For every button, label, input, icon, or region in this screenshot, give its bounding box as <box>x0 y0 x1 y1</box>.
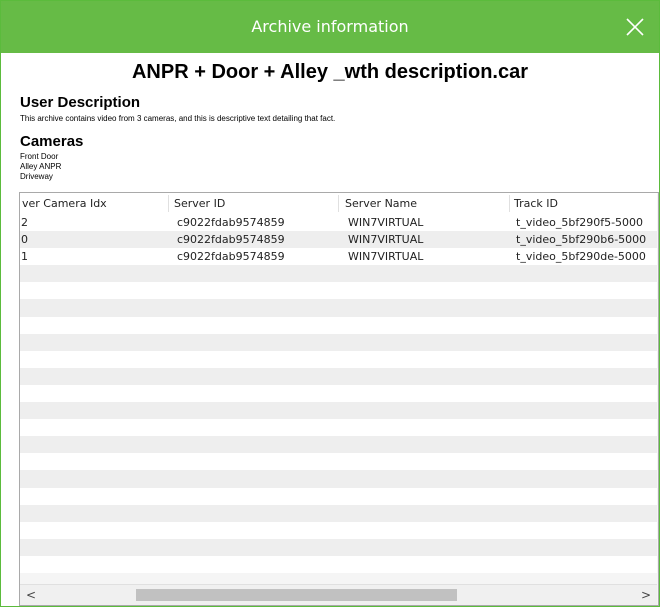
empty-row <box>20 350 657 368</box>
column-divider[interactable] <box>509 195 510 212</box>
archive-information-window: Archive information ANPR + Door + Alley … <box>0 0 660 607</box>
cell-server-id: c9022fdab9574859 <box>177 233 285 247</box>
close-icon <box>626 18 644 36</box>
cell-server-id: c9022fdab9574859 <box>177 216 285 229</box>
empty-row <box>20 402 657 420</box>
cell-track-id: t_video_5bf290de-5000 <box>516 250 646 264</box>
empty-row <box>20 419 657 437</box>
empty-row <box>20 504 657 522</box>
table-header: ver Camera Idx Server ID Server Name Tra… <box>20 193 657 215</box>
cell-server-id: c9022fdab9574859 <box>177 250 285 264</box>
user-description-heading: User Description <box>20 94 141 111</box>
table-row[interactable]: 0 c9022fdab9574859 WIN7VIRTUAL t_video_5… <box>20 231 657 249</box>
scroll-right-button[interactable]: > <box>637 585 655 605</box>
column-header-server-id[interactable]: Server ID <box>172 193 225 214</box>
table-row[interactable]: 1 c9022fdab9574859 WIN7VIRTUAL t_video_5… <box>20 248 657 266</box>
cell-track-id: t_video_5bf290b6-5000 <box>516 233 647 247</box>
empty-row <box>20 555 657 573</box>
empty-row <box>20 487 657 505</box>
empty-row <box>20 316 657 334</box>
cameras-table[interactable]: ver Camera Idx Server ID Server Name Tra… <box>19 192 659 606</box>
archive-name: ANPR + Door + Alley _wth description.car <box>131 61 529 83</box>
table-body: 2 c9022fdab9574859 WIN7VIRTUAL t_video_5… <box>20 214 657 584</box>
column-divider[interactable] <box>168 195 169 212</box>
cameras-heading: Cameras <box>20 133 84 150</box>
table-row[interactable]: 2 c9022fdab9574859 WIN7VIRTUAL t_video_5… <box>20 214 657 232</box>
user-description-text: This archive contains video from 3 camer… <box>20 114 336 123</box>
cell-camera-idx: 2 <box>21 216 28 229</box>
scroll-thumb[interactable] <box>136 589 457 601</box>
column-divider[interactable] <box>338 195 339 212</box>
cell-server-name: WIN7VIRTUAL <box>348 233 424 247</box>
column-header-track-id[interactable]: Track ID <box>512 193 558 214</box>
empty-row <box>20 265 657 283</box>
empty-row <box>20 470 657 488</box>
column-header-server-name[interactable]: Server Name <box>343 193 417 214</box>
empty-row <box>20 333 657 351</box>
scroll-left-button[interactable]: < <box>22 585 40 605</box>
empty-row <box>20 367 657 385</box>
cell-camera-idx: 0 <box>21 233 28 247</box>
camera-item: Front Door <box>20 152 59 161</box>
column-header-camera-idx[interactable]: ver Camera Idx <box>20 193 107 214</box>
empty-row <box>20 384 657 403</box>
empty-row <box>20 436 657 454</box>
cell-camera-idx: 1 <box>21 250 28 264</box>
empty-row <box>20 538 657 556</box>
cell-server-name: WIN7VIRTUAL <box>348 250 424 264</box>
empty-row <box>20 282 657 300</box>
close-button[interactable] <box>611 1 659 53</box>
empty-row <box>20 299 657 317</box>
cell-track-id: t_video_5bf290f5-5000 <box>516 216 644 229</box>
horizontal-scrollbar[interactable]: < > <box>20 584 657 605</box>
cell-server-name: WIN7VIRTUAL <box>348 216 424 229</box>
camera-item: Alley ANPR <box>20 162 62 171</box>
content-area: ANPR + Door + Alley _wth description.car… <box>1 53 659 606</box>
title-bar: Archive information <box>1 1 659 53</box>
empty-row <box>20 521 657 539</box>
camera-item: Driveway <box>20 172 53 181</box>
empty-row <box>20 453 657 471</box>
window-title: Archive information <box>251 17 409 36</box>
